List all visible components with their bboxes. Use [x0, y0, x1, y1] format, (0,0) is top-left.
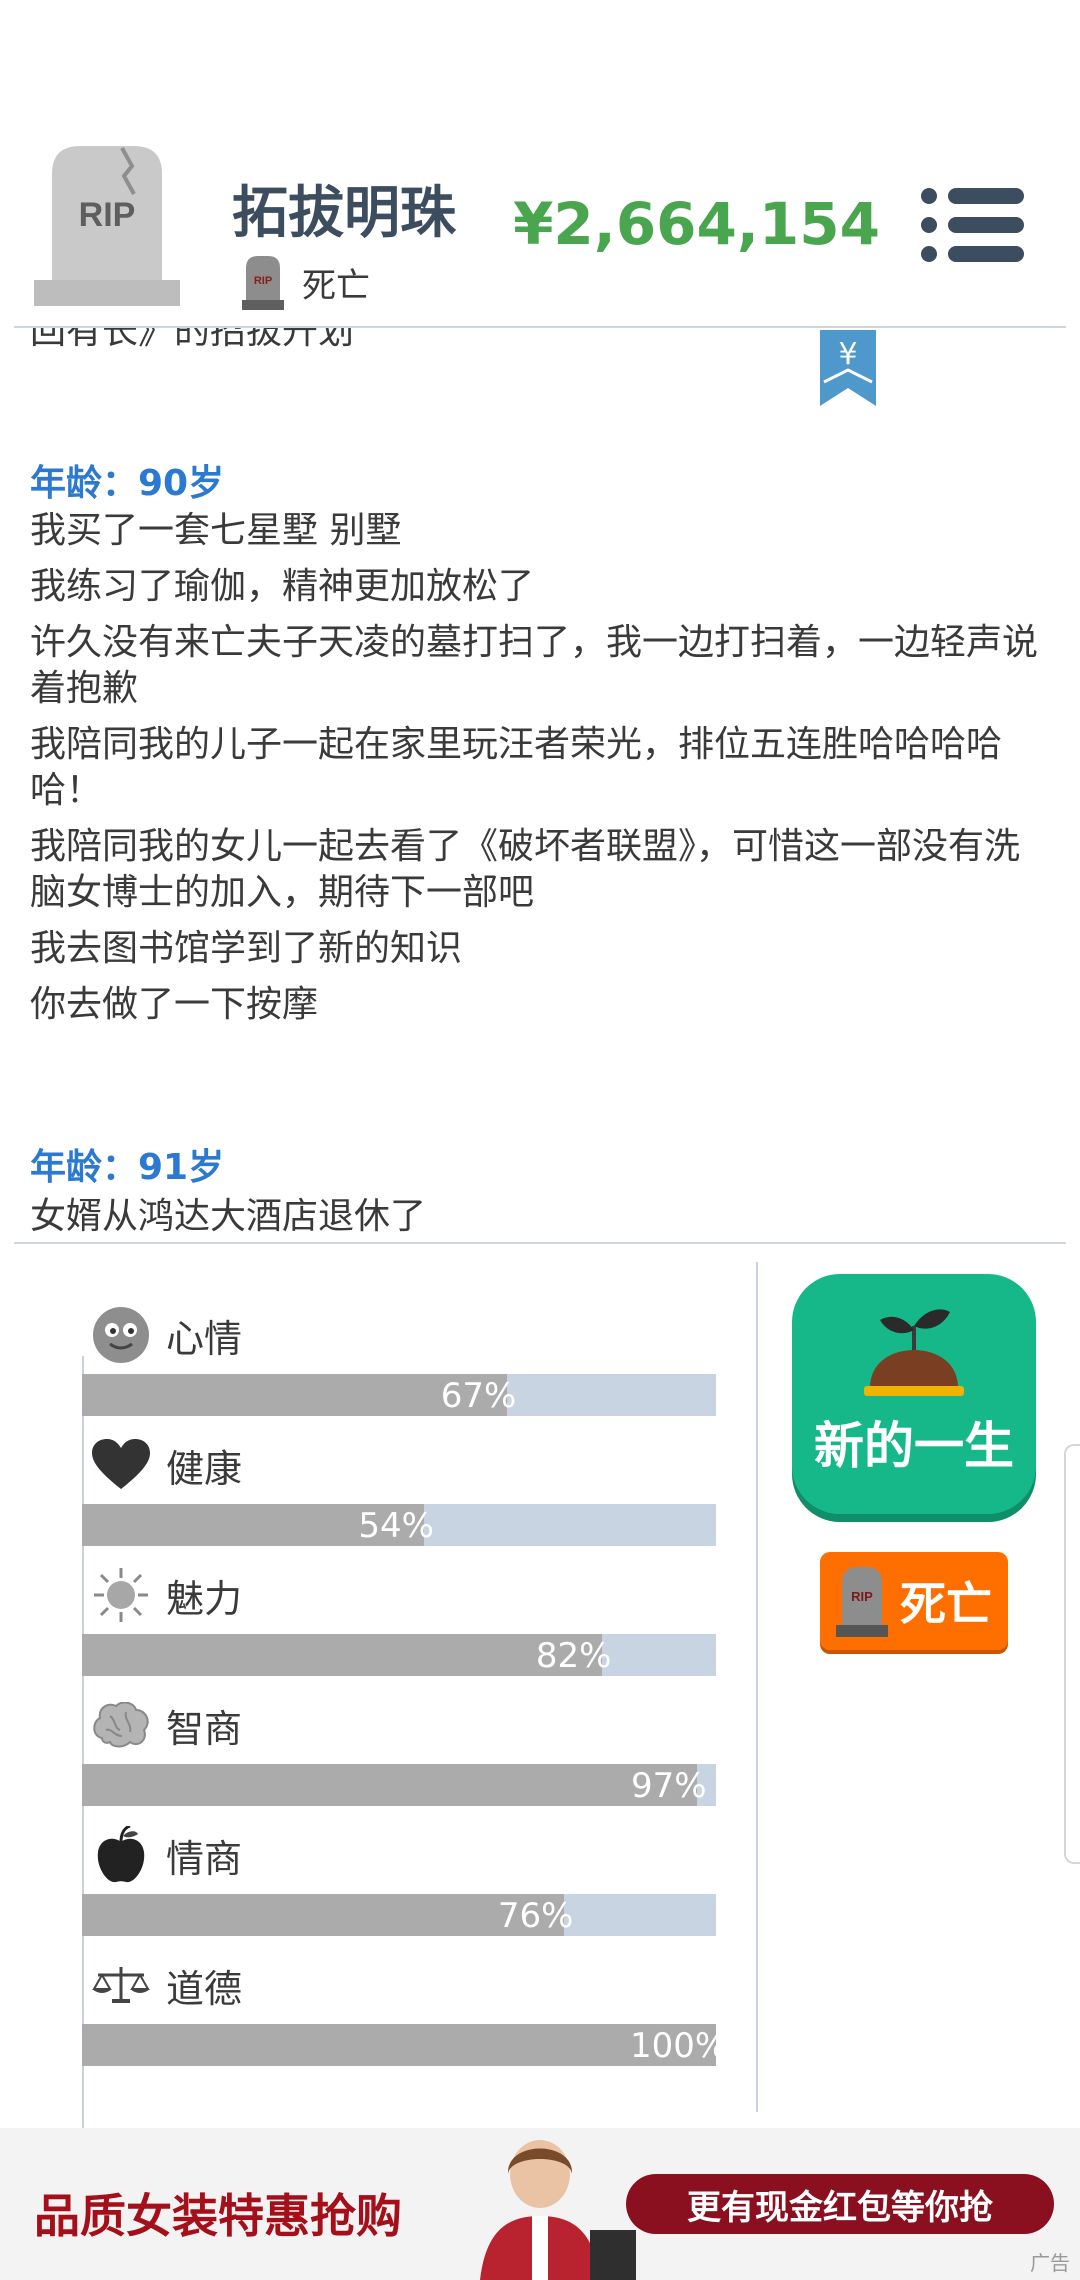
sun-icon — [92, 1566, 150, 1624]
age-heading: 年龄：91岁 — [30, 1147, 225, 1188]
stat-eq: 情商 — [92, 1826, 242, 1884]
svg-text:RIP: RIP — [79, 196, 136, 234]
stat-charm: 魅力 — [92, 1566, 242, 1624]
log-entry-partial: 回有长》的招拔升划 — [30, 328, 355, 352]
stat-label: 情商 — [166, 1836, 243, 1881]
stat-bar: 82% — [82, 1634, 716, 1676]
log-entry: 我练习了瑜伽，精神更加放松了 — [30, 566, 535, 607]
stat-bar: 54% — [82, 1504, 716, 1546]
log-entry: 我去图书馆学到了新的知识 — [30, 928, 463, 969]
log-entry: 你去做了一下按摩 — [30, 984, 319, 1025]
character-name: 拓拔明珠 — [232, 181, 456, 246]
yuan-bookmark-icon: ¥ — [820, 330, 876, 406]
stat-iq: 智商 — [92, 1696, 242, 1754]
stats-panel: 心情 67% 健康 54% 魅力 82% 智商 97% 情商 76% 道德 10… — [0, 1244, 1080, 2178]
log-entry: 许久没有来亡夫子天凌的墓打扫了，我一边打扫着，一边轻声说着抱歉 — [30, 622, 1039, 709]
stat-label: 魅力 — [166, 1576, 243, 1621]
stat-bar: 100% — [82, 2024, 727, 2066]
new-life-button[interactable]: 新的一生 — [792, 1274, 1036, 1514]
apple-icon — [92, 1826, 150, 1884]
money-balance: ¥2,664,154 — [513, 190, 880, 258]
sprout-icon — [864, 1309, 964, 1396]
menu-list-icon[interactable] — [920, 186, 1024, 264]
stat-bar-fill — [82, 1894, 564, 1936]
stat-percent: 100% — [630, 2026, 728, 2066]
ad-tag: 广告 — [1030, 2251, 1070, 2275]
stat-label: 心情 — [166, 1316, 243, 1361]
stat-percent: 76% — [497, 1896, 574, 1936]
age-heading: 年龄：90岁 — [30, 463, 225, 504]
svg-text:¥: ¥ — [838, 337, 857, 372]
tombstone-avatar-icon: RIP — [34, 146, 180, 306]
stat-percent: 82% — [535, 1636, 612, 1676]
svg-text:RIP: RIP — [851, 1589, 873, 1604]
stat-morality: 道德 — [92, 1956, 242, 2014]
log-entry: 女婿从鸿达大酒店退休了 — [30, 1196, 427, 1237]
stat-label: 智商 — [166, 1706, 243, 1751]
life-log[interactable]: 回有长》的招拔升划 ¥ 年龄：90岁 我买了一套七星墅 别墅 我练习了瑜伽，精神… — [0, 328, 1080, 1242]
log-entry: 我买了一套七星墅 别墅 — [30, 510, 402, 551]
stat-bar-fill — [82, 1764, 697, 1806]
stat-bar: 76% — [82, 1894, 716, 1936]
status-text: 死亡 — [302, 265, 370, 306]
stat-bar: 67% — [82, 1374, 716, 1416]
new-life-label: 新的一生 — [814, 1417, 1014, 1475]
rip-status-icon: RIP — [242, 256, 284, 310]
stat-percent: 67% — [440, 1376, 517, 1416]
stat-percent: 97% — [630, 1766, 707, 1806]
life-status: RIP 死亡 — [238, 254, 370, 310]
death-button[interactable]: RIP 死亡 — [820, 1552, 1008, 1650]
smiley-face-icon — [92, 1306, 150, 1364]
stat-mood: 心情 — [92, 1306, 242, 1364]
side-scroll-handle[interactable] — [1064, 1444, 1080, 1864]
top-bar: RIP 拓拔明珠 RIP 死亡 ¥2,664,154 — [0, 0, 1080, 326]
stat-label: 道德 — [166, 1966, 243, 2011]
ad-model-image — [480, 2140, 636, 2280]
ad-banner[interactable]: 品质女装特惠抢购 更有现金红包等你抢 广告 — [0, 2128, 1080, 2280]
brain-icon — [92, 1696, 150, 1754]
panel-divider — [756, 1262, 758, 2112]
stat-health: 健康 — [92, 1436, 242, 1494]
log-entry: 我陪同我的儿子一起在家里玩汪者荣光，排位五连胜哈哈哈哈哈！ — [30, 724, 1003, 811]
scales-icon — [92, 1956, 150, 2014]
heart-icon — [92, 1436, 150, 1494]
stat-bar-fill — [82, 1634, 602, 1676]
ad-headline: 品质女装特惠抢购 — [34, 2189, 402, 2243]
stat-percent: 54% — [358, 1506, 434, 1546]
rip-tombstone-icon: RIP — [836, 1567, 888, 1637]
stat-bar-fill — [82, 2024, 716, 2066]
svg-text:RIP: RIP — [254, 275, 272, 287]
death-button-label: 死亡 — [900, 1577, 992, 1631]
ad-cta-pill[interactable]: 更有现金红包等你抢 — [626, 2174, 1054, 2234]
stat-bar: 97% — [82, 1764, 716, 1806]
stat-label: 健康 — [166, 1446, 243, 1491]
log-entry: 我陪同我的女儿一起去看了《破坏者联盟》，可惜这一部没有洗脑女博士的加入，期待下一… — [30, 826, 1021, 913]
